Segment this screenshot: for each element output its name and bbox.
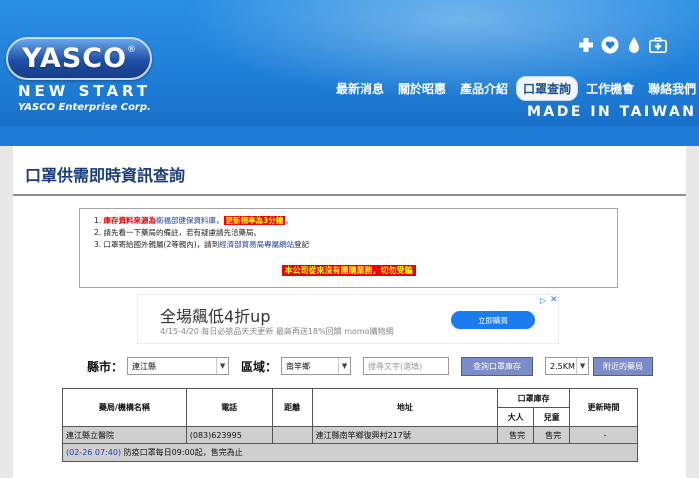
logo-text: YASCO [21,43,128,74]
row-note-time: (02-26 07:40) [66,448,122,457]
ad-banner[interactable]: 全場飆低4折up 4/15-4/20 每日必搶品天天更新 最高再送18%回饋 m… [137,294,559,344]
notice-l3-suffix: 登記 [294,240,310,249]
notice-l1-end: 。 [285,216,293,225]
chevron-down-icon: ▼ [216,358,228,374]
county-label: 縣市： [87,359,124,374]
notice-warning: 本公司從來沒有團購業務，切勿受騙 [281,265,416,276]
notice-l1-source: 衛福部健保資料庫 [156,216,217,225]
ad-title[interactable]: 全場飆低4折up [160,303,270,327]
nav-item-news[interactable]: 最新消息 [330,77,390,100]
row-child-stock: 售完 [533,426,571,444]
chevron-down-icon: ▼ [338,358,350,374]
notice-line-1: 1. 庫存資料來源為衛福部健保資料庫， 更新頻率為3分鐘。 [94,215,603,227]
search-bar: 縣市： 連江縣 ▼ 區域： 南竿鄉 ▼ 搜尋文字(選填) 查詢口罩庫存 2.5K… [87,356,654,376]
col-phone: 電話 [185,388,273,427]
row-phone[interactable]: (083)623995 [185,426,273,444]
row-note-text: 防疫口罩每日09:00起，售完為止 [121,448,243,457]
heart-icon[interactable] [601,36,619,54]
col-name: 藥局/機構名稱 [62,388,187,427]
row-name[interactable]: 連江縣立醫院 [62,426,187,444]
made-in-taiwan: MADE IN TAIWAN [527,104,697,120]
area-select[interactable]: 南竿鄉 ▼ [281,357,352,375]
table-note-row: (02-26 07:40) 防疫口罩每日09:00起，售完為止 [62,443,638,462]
row-updated: - [569,426,638,444]
site-header: YASCO ® NEW START YASCO Enterprise Corp.… [0,0,699,126]
notice-l1-sep: ， [216,216,224,225]
notice-l1-red: 庫存資料來源為 [103,216,157,225]
main-content: 口罩供需即時資訊查詢 1. 庫存資料來源為衛福部健保資料庫， 更新頻率為3分鐘。 … [13,146,686,478]
distance-select[interactable]: 2.5KM ▼ [545,357,590,375]
trade-bureau-link[interactable]: 經濟部貿易局專屬網站 [219,240,294,249]
notice-line-3: 3. 口罩寄給國外親屬(2等親內)，請到經濟部貿易局專屬網站登記 [94,239,603,251]
notice-line-2: 2. 請先看一下藥局的備註，若有疑慮請先洽藥局。 [94,228,262,237]
top-icon-bar [577,36,667,54]
main-nav: 最新消息 關於昭惠 產品介紹 口罩查詢 工作機會 聯絡我們 [330,76,699,101]
col-adult: 大人 [497,407,535,427]
ad-description: 4/15-4/20 每日必搶品天天更新 最高再送18%回饋 momo購物網 [160,327,394,336]
county-select[interactable]: 連江縣 ▼ [127,357,230,375]
col-updated: 更新時間 [569,388,638,427]
nav-item-jobs[interactable]: 工作機會 [580,77,640,100]
chevron-down-icon: ▼ [576,358,588,374]
first-aid-icon[interactable] [649,36,667,54]
county-value: 連江縣 [132,361,157,371]
ad-close-icon[interactable]: ✕ [550,295,558,305]
plus-icon[interactable] [577,36,595,54]
row-address[interactable]: 連江縣南竿鄉復興村217號 [311,426,499,444]
drop-icon[interactable] [625,36,643,54]
row-note: (02-26 07:40) 防疫口罩每日09:00起，售完為止 [62,443,638,462]
page-title: 口罩供需即時資訊查詢 [25,166,186,185]
ad-buy-button[interactable]: 立即購買 [451,311,535,329]
header-band [0,126,699,146]
brand-logo[interactable]: YASCO ® [6,37,152,80]
brand-tagline: NEW START [18,82,152,100]
keyword-input[interactable]: 搜尋文字(選填) [363,357,450,375]
nav-item-about[interactable]: 關於昭惠 [392,77,452,100]
row-distance [271,426,313,444]
title-divider [13,194,686,196]
notice-box: 1. 庫存資料來源為衛福部健保資料庫， 更新頻率為3分鐘。 2. 請先看一下藥局的… [79,208,618,288]
notice-l1-prefix: 1. [94,216,104,225]
brand-company: YASCO Enterprise Corp. [18,102,151,113]
notice-l1-highlight: 更新頻率為3分鐘 [223,216,286,225]
table-row[interactable]: 連江縣立醫院 (083)623995 連江縣南竿鄉復興村217號 售完 售完 - [62,426,638,444]
ad-info-icon[interactable]: ▷ [540,296,546,305]
notice-warning-wrap: 本公司從來沒有團購業務，切勿受騙 [94,258,603,277]
area-value: 南竿鄉 [286,361,311,371]
col-distance: 距離 [271,388,313,427]
query-stock-button[interactable]: 查詢口罩庫存 [461,356,534,376]
col-stock: 口罩庫存 [497,388,571,408]
nearby-pharmacy-button[interactable]: 附近的藥局 [593,356,654,376]
notice-l3-prefix: 3. 口罩寄給國外親屬(2等親內)，請到 [94,240,220,249]
nav-item-mask-search[interactable]: 口罩查詢 [516,76,579,101]
distance-value: 2.5KM [550,361,575,371]
col-address: 地址 [311,388,499,427]
nav-item-products[interactable]: 產品介紹 [454,77,514,100]
area-label: 區域： [241,359,278,374]
row-adult-stock: 售完 [497,426,535,444]
nav-item-contact[interactable]: 聯絡我們 [642,77,699,100]
pharmacy-table: 藥局/機構名稱 電話 距離 地址 口罩庫存 更新時間 大人 兒童 連江縣立醫院 … [62,388,638,462]
keyword-placeholder: 搜尋文字(選填) [368,361,423,371]
col-child: 兒童 [533,407,571,427]
registered-mark: ® [127,45,137,55]
